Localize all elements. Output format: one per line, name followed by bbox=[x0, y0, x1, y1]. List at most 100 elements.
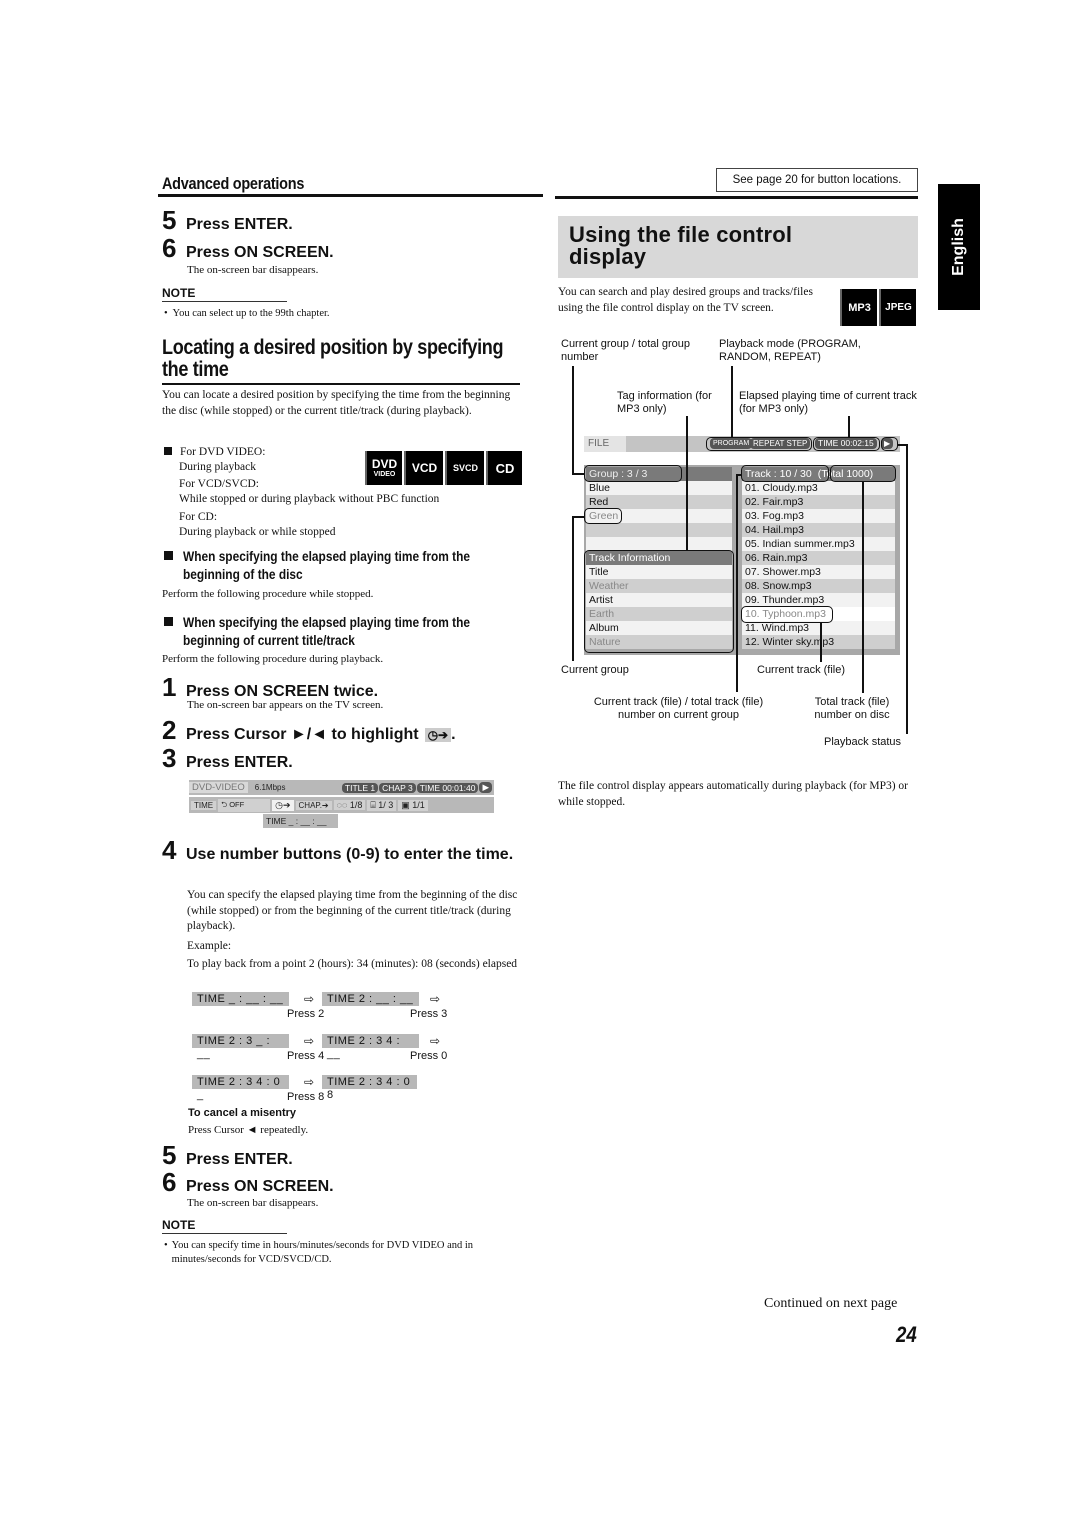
arrow-icon: ⇨ bbox=[430, 992, 441, 1006]
sub-desc-title: Perform the following procedure during p… bbox=[162, 653, 384, 665]
outline-time bbox=[813, 437, 880, 451]
leader-line bbox=[731, 366, 733, 438]
group-item-empty bbox=[586, 537, 732, 551]
step-6-top: 6 Press ON SCREEN. bbox=[162, 233, 334, 264]
format-badges: MP3 JPEG bbox=[840, 289, 916, 326]
osd-title: TITLE 1 bbox=[341, 782, 379, 793]
cancel-desc: Press Cursor ◄ repeatedly. bbox=[188, 1124, 309, 1136]
osd-time-search-icon: ◷➔ bbox=[272, 799, 294, 811]
note-rule bbox=[162, 301, 287, 302]
section-rule bbox=[158, 194, 543, 197]
time-search-icon: ◷➔ bbox=[424, 728, 452, 742]
callout-tag-info: Tag information (for MP3 only) bbox=[617, 390, 712, 415]
press-label: Press 0 bbox=[410, 1050, 448, 1062]
step-2: 2 Press Cursor ►/◄ to highlight ◷➔ . bbox=[162, 715, 456, 745]
press-label: Press 8 bbox=[287, 1091, 325, 1103]
arrow-icon: ⇨ bbox=[304, 992, 315, 1006]
press-label: Press 2 bbox=[287, 1008, 325, 1020]
leader-line bbox=[906, 444, 908, 734]
badge-jpeg: JPEG bbox=[879, 289, 916, 326]
osd-play-status-icon: ▶ bbox=[479, 782, 492, 793]
time-sequence-row: TIME _ : __ : __ ⇨ TIME 2 : __ : __ ⇨ Pr… bbox=[192, 992, 472, 1034]
osd-bar-row2: TIME ⮌ OFF ◷➔ CHAP.➔ ◌◌ 1/8 ⌸ 1/ 3 ▣ 1/1 bbox=[189, 797, 494, 813]
badge-dvd-video: DVD VIDEO bbox=[365, 451, 402, 485]
track-item[interactable]: 04. Hail.mp3 bbox=[742, 523, 895, 537]
track-item[interactable]: 11. Wind.mp3 bbox=[742, 621, 895, 635]
group-item[interactable]: Blue bbox=[586, 481, 732, 495]
see-page-note: See page 20 for button locations. bbox=[716, 168, 918, 192]
step-4: 4 Use number buttons (0-9) to enter the … bbox=[162, 835, 514, 865]
locate-intro: You can locate a desired position by spe… bbox=[162, 389, 511, 417]
group-item[interactable]: Red bbox=[586, 495, 732, 509]
cancel-heading: To cancel a misentry bbox=[188, 1107, 297, 1119]
track-item[interactable]: 09. Thunder.mp3 bbox=[742, 593, 895, 607]
track-item[interactable]: 06. Rain.mp3 bbox=[742, 551, 895, 565]
time-box-from: TIME 2 : 3 4 : 0 _ bbox=[192, 1075, 289, 1101]
badge-vcd: VCD bbox=[404, 451, 443, 485]
leader-line bbox=[572, 366, 574, 474]
osd-time-label: TIME bbox=[191, 800, 217, 810]
callout-playback-mode: Playback mode (PROGRAM, RANDOM, REPEAT) bbox=[719, 338, 861, 363]
leader-line bbox=[736, 474, 742, 476]
track-item[interactable]: 12. Winter sky.mp3 bbox=[742, 635, 895, 649]
example-label: Example: bbox=[187, 940, 232, 952]
arrow-icon: ⇨ bbox=[430, 1034, 441, 1048]
heading-rule bbox=[162, 383, 520, 385]
leader-line bbox=[848, 416, 850, 437]
badge-svcd: SVCD bbox=[445, 451, 484, 485]
sub-desc-disc: Perform the following procedure while st… bbox=[162, 588, 374, 600]
title-band: Using the file control display bbox=[558, 216, 918, 278]
osd-chapter-search-icon: CHAP.➔ bbox=[295, 800, 332, 810]
osd-bar-row1: DVD-VIDEO 6.1Mbps TITLE 1 CHAP 3 TIME 00… bbox=[189, 780, 494, 795]
section-title: Advanced operations bbox=[162, 174, 305, 193]
osd-repeat-icon: ⮌ OFF bbox=[218, 798, 271, 812]
step-number: 5 bbox=[162, 205, 177, 235]
arrow-icon: ⇨ bbox=[304, 1034, 315, 1048]
section-rule-right bbox=[555, 196, 918, 199]
example-desc: To play back from a point 2 (hours): 34 … bbox=[187, 958, 518, 970]
osd-time-input[interactable]: TIME _ : __ : __ bbox=[263, 814, 338, 828]
leader-line bbox=[572, 473, 584, 475]
step-label: Press ON SCREEN. bbox=[186, 244, 334, 261]
outline-track-info bbox=[584, 550, 734, 653]
track-item[interactable]: 01. Cloudy.mp3 bbox=[742, 481, 895, 495]
osd-chapter: CHAP 3 bbox=[379, 782, 416, 793]
page-title: Using the file control display bbox=[569, 222, 793, 269]
time-sequence: TIME _ : __ : __ ⇨ TIME 2 : __ : __ ⇨ Pr… bbox=[192, 992, 472, 1109]
time-box-to: TIME 2 : 3 4 : __ bbox=[322, 1034, 419, 1060]
outline-total bbox=[830, 465, 896, 482]
note-item: • You can specify time in hours/minutes/s… bbox=[164, 1240, 474, 1265]
osd-bitrate: 6.1Mbps bbox=[254, 783, 286, 792]
track-item[interactable]: 02. Fair.mp3 bbox=[742, 495, 895, 509]
continued-note: Continued on next page bbox=[764, 1296, 898, 1311]
leader-line bbox=[572, 516, 584, 518]
osd-angle-icon: ▣ 1/1 bbox=[398, 799, 428, 811]
leader-line bbox=[898, 444, 907, 446]
step-3: 3 Press ENTER. bbox=[162, 743, 293, 773]
track-item[interactable]: 03. Fog.mp3 bbox=[742, 509, 895, 523]
badge-cd: CD bbox=[486, 451, 522, 485]
callout-elapsed-time: Elapsed playing time of current track (f… bbox=[739, 390, 917, 415]
outline-current-group bbox=[584, 508, 622, 524]
track-item[interactable]: 05. Indian summer.mp3 bbox=[742, 537, 895, 551]
step-number: 6 bbox=[162, 233, 177, 263]
outline-group-header bbox=[584, 465, 682, 482]
press-label: Press 3 bbox=[410, 1008, 448, 1020]
osd-subtitle-icon: ⌸ 1/ 3 bbox=[367, 799, 397, 811]
arrow-icon: ⇨ bbox=[304, 1075, 315, 1089]
note-rule bbox=[162, 1233, 287, 1234]
leader-line bbox=[862, 481, 864, 693]
badge-mp3: MP3 bbox=[840, 289, 877, 326]
bullet-square bbox=[164, 551, 173, 560]
leader-line bbox=[572, 516, 574, 661]
track-item[interactable]: 07. Shower.mp3 bbox=[742, 565, 895, 579]
callout-current-track: Current track (file) bbox=[757, 664, 846, 676]
step-1-desc: The on-screen bar appears on the TV scre… bbox=[187, 699, 384, 711]
step-label: Press ENTER. bbox=[186, 216, 293, 233]
step-desc: The on-screen bar disappears. bbox=[187, 264, 319, 276]
page-number: 24 bbox=[896, 1322, 917, 1347]
leader-line bbox=[686, 416, 688, 551]
disc-type-badges: DVD VIDEO VCD SVCD CD bbox=[365, 451, 522, 485]
osd-audio-icon: ◌◌ 1/8 bbox=[333, 800, 366, 810]
track-item[interactable]: 08. Snow.mp3 bbox=[742, 579, 895, 593]
